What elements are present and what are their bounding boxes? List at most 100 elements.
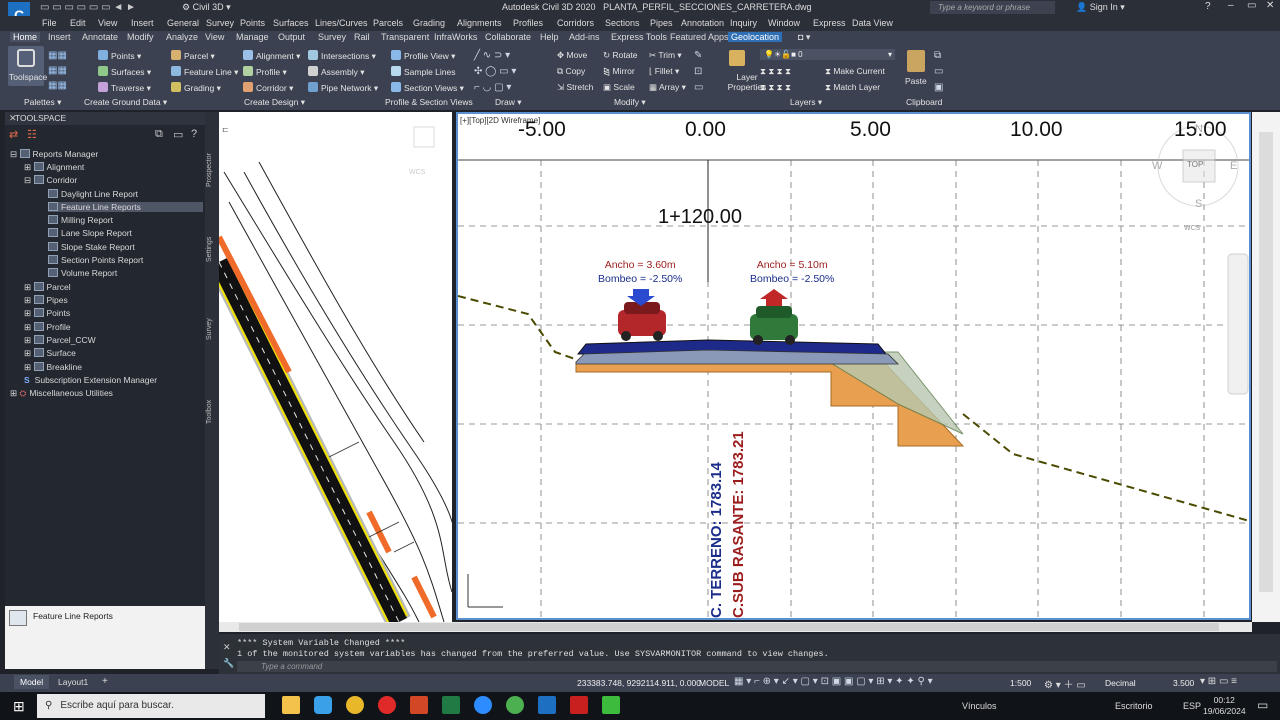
vertical-scrollbar[interactable] [1252,112,1280,622]
menu-item[interactable]: Sections [605,18,640,28]
tab-prospector[interactable]: Prospector [206,153,213,187]
opera-icon[interactable] [378,696,396,714]
trim-button[interactable]: ✂ Trim ▾ [649,50,682,61]
drafting-tools-icons[interactable]: ▦ ▾ ⌐ ⊕ ▾ ↙ ▾ ▢ ▾ ⊡ ▣ ▣ ▢ ▾ ⊞ ▾ ✦ ✦ ⚲ ▾ [734,676,933,687]
viewcube-top[interactable]: TOP [1187,160,1203,169]
menu-item[interactable]: Data View [852,18,893,28]
taskbar-desktop[interactable]: Escritorio [1115,701,1153,711]
draw-panel-title[interactable]: Draw ▾ [495,97,521,108]
menu-item[interactable]: Grading [413,18,445,28]
units-selector[interactable]: Decimal [1105,678,1136,688]
viewcube-wcs[interactable]: WCS [1184,225,1200,232]
modify-extra-icons[interactable]: ✎ ⊡ ▭ [694,48,703,96]
tree-item-surface[interactable]: ⊞ Surface [24,348,76,359]
menu-item[interactable]: Alignments [457,18,502,28]
tree-item-report[interactable]: Milling Report [48,215,113,225]
toolspace-tool-icon[interactable]: ☷ [27,128,37,141]
toolspace-button[interactable]: Toolspace [8,46,47,86]
help-icon[interactable]: ? [1205,1,1211,12]
windows-start-icon[interactable]: ⊞ [13,698,25,715]
tree-item-breakline[interactable]: ⊞ Breakline [24,362,82,373]
menu-item[interactable]: Pipes [650,18,673,28]
paste-button[interactable]: Paste [902,48,932,92]
command-input[interactable]: Type a command [237,661,1277,672]
sample-lines-button[interactable]: Sample Lines [391,66,456,77]
toolspace-tool-icon[interactable]: ▭ [173,128,183,141]
tab-express-tools[interactable]: Express Tools [608,32,670,42]
menu-item[interactable]: Inquiry [730,18,757,28]
menu-item[interactable]: Profiles [513,18,543,28]
layer-tools-row1[interactable]: ⧗ ⧗ ⧗ ⧗ [760,66,791,77]
taskbar-search[interactable]: ⚲ Escribe aquí para buscar. [37,694,265,718]
civil3d-icon[interactable] [538,696,556,714]
wrench-icon[interactable]: 🔧 [223,658,234,669]
copy-button[interactable]: ⧉ Copy [557,66,585,77]
tab-output[interactable]: Output [275,32,308,42]
match-layer-button[interactable]: ⧗ Match Layer [825,82,880,93]
acrobat-icon[interactable] [570,696,588,714]
tree-item-report[interactable]: Daylight Line Report [48,189,138,199]
tab-survey[interactable]: Survey [315,32,349,42]
tab-survey[interactable]: Survey [206,318,213,340]
tree-item-parcel[interactable]: ⊞ Parcel [24,282,71,293]
tree-item-points[interactable]: ⊞ Points [24,308,70,319]
corridor-button[interactable]: Corridor ▾ [243,82,293,94]
menu-item[interactable]: General [167,18,199,28]
menu-item[interactable]: Window [768,18,800,28]
tree-item-parcel-ccw[interactable]: ⊞ Parcel_CCW [24,335,96,346]
chrome-icon[interactable] [346,696,364,714]
language-indicator[interactable]: ESP [1183,701,1201,711]
clock[interactable]: 00:12 19/06/2024 [1203,695,1246,717]
help-icon[interactable]: ? [191,128,197,140]
menu-item[interactable]: View [98,18,117,28]
file-explorer-icon[interactable] [282,696,300,714]
settings-gear-icon[interactable]: ⚙ ▾ ＋ ▭ [1044,676,1086,691]
menu-item[interactable]: Edit [70,18,86,28]
tab-settings[interactable]: Settings [206,237,213,262]
tab-insert[interactable]: Insert [45,32,74,42]
tab-rail[interactable]: Rail [351,32,373,42]
menu-item[interactable]: Lines/Curves [315,18,368,28]
layers-panel-title[interactable]: Layers ▾ [790,97,822,108]
tab-view[interactable]: View [202,32,227,42]
tree-item-reports-manager[interactable]: ⊟ Reports Manager [10,149,98,160]
scroll-thumb[interactable] [1259,132,1273,592]
tab-model[interactable]: Model [14,675,50,689]
zoom-icon[interactable] [474,696,492,714]
tree-item-pipes[interactable]: ⊞ Pipes [24,295,68,306]
tree-item-profile[interactable]: ⊞ Profile [24,322,71,333]
tab-annotate[interactable]: Annotate [79,32,121,42]
fillet-button[interactable]: ⌊ Fillet ▾ [649,66,679,77]
tree-item-report[interactable]: Section Points Report [48,255,143,265]
viewcube-north[interactable]: N [1195,123,1203,135]
tree-item-report[interactable]: Lane Slope Report [48,228,132,238]
palette-icons[interactable]: ▦▦ ▦▦ ▦▦ [48,48,78,94]
tab-home[interactable]: Home [10,32,41,42]
rotate-button[interactable]: ↻ Rotate [603,50,638,61]
toolspace-tool-icon[interactable]: ⧉ [155,128,163,141]
tree-item-report-selected[interactable]: Feature Line Reports [48,202,203,212]
menu-item[interactable]: Annotation [681,18,724,28]
plan-viewport[interactable]: ⊏ WCS [219,112,452,622]
add-layout-button[interactable]: + [102,676,108,687]
viewcube-east[interactable]: E [1230,160,1237,172]
modify-panel-title[interactable]: Modify ▾ [614,97,646,108]
viewcube-south[interactable]: S [1195,198,1202,210]
tree-item-report[interactable]: Volume Report [48,268,117,278]
menu-item[interactable]: Parcels [373,18,403,28]
sign-in-button[interactable]: 👤 Sign In ▾ [1076,2,1125,13]
menu-item[interactable]: Survey [206,18,234,28]
close-icon[interactable]: ✕ [223,642,231,653]
scroll-thumb[interactable] [239,623,1219,631]
ribbon-options-icon[interactable]: ◘ ▾ [795,32,813,43]
taskbar-links[interactable]: Vínculos [962,701,997,711]
assembly-button[interactable]: Assembly ▾ [308,66,364,78]
palettes-panel-title[interactable]: Palettes ▾ [24,97,61,108]
chrome-icon[interactable] [506,696,524,714]
draw-tools[interactable]: ╱ ∿ ⊃ ▾ ✣ ◯ ▭ ▾ ⌐ ◡ ▢ ▾ [474,48,554,96]
tab-layout1[interactable]: Layout1 [58,677,88,687]
camtasia-icon[interactable] [602,696,620,714]
menu-item[interactable]: Corridors [557,18,594,28]
stretch-button[interactable]: ⇲ Stretch [557,82,593,93]
mirror-button[interactable]: ⧎ Mirror [603,66,635,77]
